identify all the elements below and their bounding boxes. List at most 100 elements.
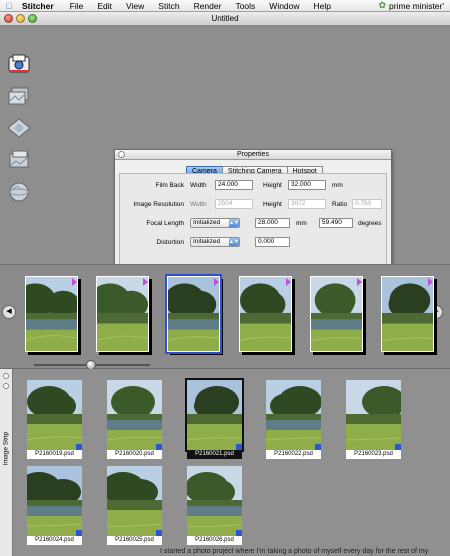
thumbnail-filename: P2160020.psd: [107, 450, 162, 459]
film-back-unit: mm: [332, 182, 343, 189]
image-strip-sidebar: Image Strip: [0, 369, 13, 556]
thumbnail-image: [107, 466, 162, 536]
thumbnail-filename: P2160021.psd: [187, 450, 242, 459]
stack-tool-icon[interactable]: [6, 149, 32, 171]
image-strip-thumb[interactable]: P2160021.psd: [185, 378, 244, 460]
image-strip-thumb[interactable]: P2160019.psd: [27, 380, 82, 460]
image-strip-panel: Image Strip P2160019.psd P2160020.psd P2…: [0, 369, 450, 556]
filmstrip-camera-thumb[interactable]: [239, 276, 292, 352]
thumbnail-image: [27, 466, 82, 536]
image-resolution-height-label: Height: [263, 201, 282, 208]
menu-file[interactable]: File: [63, 1, 91, 11]
distortion-field[interactable]: 0.000: [255, 237, 290, 247]
properties-dialog: Properties Camera Stitching Camera Hotsp…: [114, 149, 392, 271]
distortion-mode-value: Initialized: [193, 238, 221, 245]
menu-window[interactable]: Window: [262, 1, 306, 11]
camera-view-image: [168, 277, 219, 351]
menu-stitch[interactable]: Stitch: [151, 1, 186, 11]
properties-title: Properties: [237, 151, 269, 158]
menu-tools[interactable]: Tools: [228, 1, 262, 11]
menu-view[interactable]: View: [119, 1, 151, 11]
user-name[interactable]: prime minister': [386, 1, 450, 11]
focal-length-field[interactable]: 28.000: [255, 218, 290, 228]
thumbnail-image: [187, 466, 242, 536]
chevron-updown-icon: ▲▼: [229, 238, 239, 246]
window-title: Untitled: [211, 14, 239, 23]
distortion-mode-select[interactable]: Initialized ▲▼: [190, 237, 240, 247]
camera-direction-icon: [428, 278, 433, 286]
properties-titlebar: Properties: [115, 150, 391, 160]
layers-tool-icon[interactable]: [6, 85, 32, 107]
strip-close-icon[interactable]: [3, 373, 9, 379]
camera-view-image: [26, 277, 77, 351]
thumbnail-image: [346, 380, 401, 450]
sphere-tool-icon[interactable]: [6, 181, 32, 203]
strip-collapse-icon[interactable]: [3, 383, 9, 389]
apple-menu-icon[interactable]: : [0, 1, 18, 11]
thumbnail-filename: P2160024.psd: [27, 536, 82, 545]
filmstrip-camera-thumb[interactable]: [96, 276, 149, 352]
filmstrip-camera-thumb[interactable]: [25, 276, 78, 352]
thumbnail-image: [107, 380, 162, 450]
chevron-updown-icon: ▲▼: [229, 219, 239, 227]
film-back-width-label: Width: [190, 182, 207, 189]
thumbnail-image: [185, 378, 244, 452]
filmstrip-camera-thumb[interactable]: [381, 276, 434, 352]
background-page-text: I started a photo project where I'm taki…: [160, 548, 429, 555]
camera-direction-icon: [286, 278, 291, 286]
menu-render[interactable]: Render: [187, 1, 229, 11]
close-properties-button[interactable]: [118, 151, 125, 158]
camera-direction-icon: [357, 278, 362, 286]
distortion-label: Distortion: [156, 239, 184, 246]
menu-edit[interactable]: Edit: [90, 1, 119, 11]
image-resolution-ratio-label: Ratio: [332, 201, 348, 208]
image-strip-thumb[interactable]: P2160024.psd: [27, 466, 82, 546]
camera-tab-panel: Film Back Width 24.000 Height 32.000 mm …: [119, 173, 387, 267]
window-titlebar: Untitled: [0, 12, 450, 26]
focal-length-degrees-field[interactable]: 59.490: [319, 218, 353, 228]
filmstrip-camera-thumb[interactable]: [165, 274, 222, 354]
image-strip-thumb[interactable]: P2160026.psd: [187, 466, 242, 546]
filmstrip-zoom-slider[interactable]: [34, 360, 150, 370]
image-strip-thumb[interactable]: P2160020.psd: [107, 380, 162, 460]
camera-view-image: [240, 277, 291, 351]
image-strip-thumb[interactable]: P2160023.psd: [346, 380, 401, 460]
image-resolution-ratio-field: 0.750: [352, 199, 382, 209]
camera-direction-icon: [214, 278, 219, 286]
camera-filmstrip: ◀ ▶: [0, 264, 450, 370]
image-resolution-label: Image Resolution: [133, 201, 184, 208]
app-menu[interactable]: Stitcher: [18, 1, 63, 11]
image-resolution-width-label: Width: [190, 201, 207, 208]
thumbnail-filename: P2160025.psd: [107, 536, 162, 545]
image-strip-label: Image Strip: [2, 431, 10, 466]
focal-length-label: Focal Length: [146, 220, 184, 227]
rotate-tool-icon[interactable]: [6, 117, 32, 139]
film-back-width-field[interactable]: 24.000: [215, 180, 253, 190]
user-status-icon: ✿: [378, 0, 386, 10]
film-back-label: Film Back: [155, 182, 184, 189]
image-strip-thumb[interactable]: P2160022.psd: [266, 380, 321, 460]
camera-direction-icon: [143, 278, 148, 286]
image-resolution-width-field: 2504: [215, 199, 253, 209]
film-back-height-label: Height: [263, 182, 282, 189]
focal-length-degrees-unit: degrees: [358, 220, 382, 227]
camera-view-image: [311, 277, 362, 351]
film-back-height-field[interactable]: 32.000: [288, 180, 326, 190]
focal-length-unit: mm: [296, 220, 307, 227]
stitch-workspace[interactable]: Properties Camera Stitching Camera Hotsp…: [0, 27, 450, 271]
thumbnail-filename: P2160022.psd: [266, 450, 321, 459]
thumbnail-image: [27, 380, 82, 450]
thumbnail-filename: P2160026.psd: [187, 536, 242, 545]
camera-view-image: [97, 277, 148, 351]
camera-direction-icon: [72, 278, 77, 286]
thumbnail-image: [266, 380, 321, 450]
main-window: Untitled Properties Camera Stitching Cam…: [0, 12, 450, 556]
menu-help[interactable]: Help: [307, 1, 338, 11]
camera-view-image: [382, 277, 433, 351]
image-resolution-height-field: 3072: [288, 199, 326, 209]
filmstrip-camera-thumb[interactable]: [310, 276, 363, 352]
filmstrip-prev-icon[interactable]: ◀: [2, 305, 16, 319]
image-strip-thumb[interactable]: P2160025.psd: [107, 466, 162, 546]
focal-length-mode-select[interactable]: Initialized ▲▼: [190, 218, 240, 228]
camera-tool-icon[interactable]: [6, 53, 32, 75]
